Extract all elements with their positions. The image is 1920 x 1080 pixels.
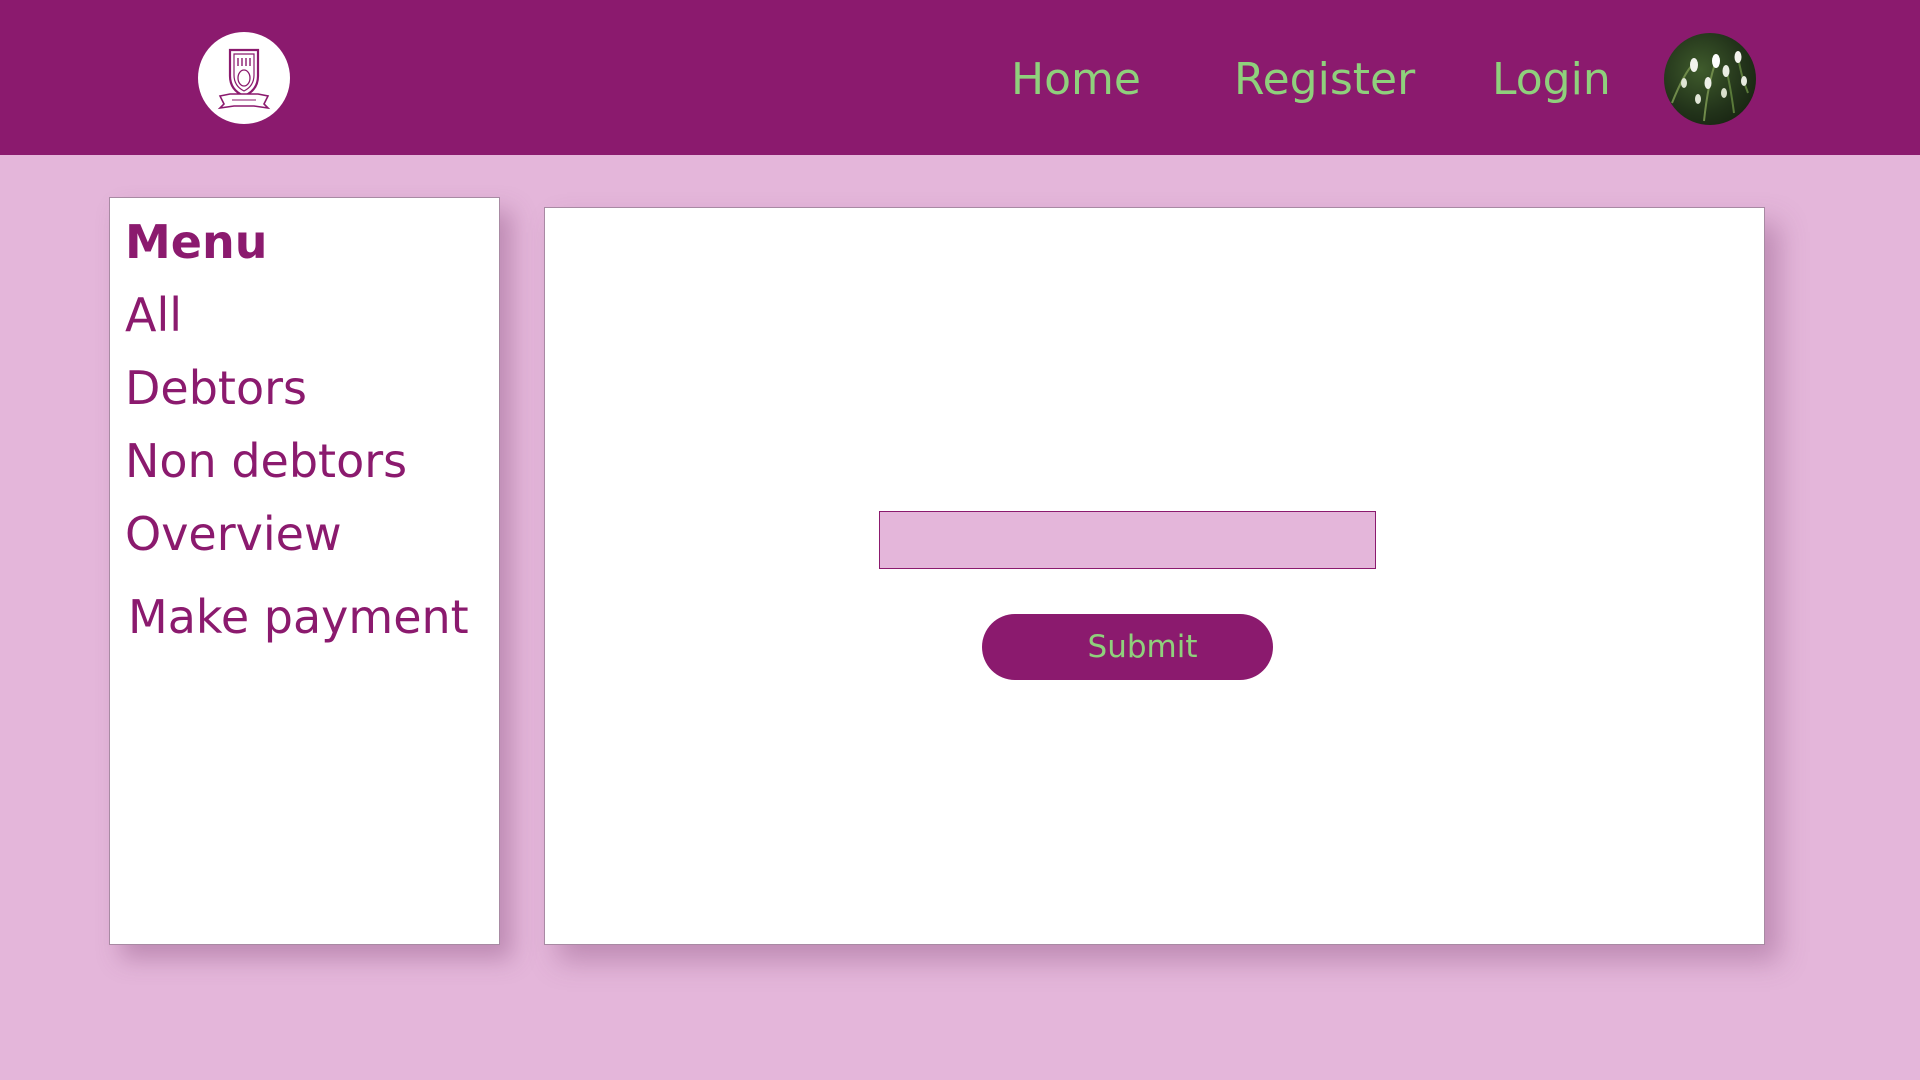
- nav-register-link[interactable]: Register: [1234, 48, 1415, 112]
- sidebar-item-non-debtors[interactable]: Non debtors: [125, 431, 407, 491]
- crest-logo-icon[interactable]: [198, 32, 290, 124]
- nav-home-link[interactable]: Home: [1011, 48, 1141, 112]
- nav-login-link[interactable]: Login: [1492, 48, 1611, 112]
- main-content-panel: Submit: [544, 207, 1765, 945]
- sidebar-item-debtors[interactable]: Debtors: [125, 358, 307, 418]
- sidebar-menu: Menu All Debtors Non debtors Overview Ma…: [109, 197, 500, 945]
- avatar-flowers-image: [1671, 51, 1749, 122]
- user-avatar[interactable]: [1664, 33, 1756, 125]
- payment-input[interactable]: [879, 511, 1376, 569]
- sidebar-item-overview[interactable]: Overview: [125, 504, 342, 564]
- menu-title: Menu: [125, 215, 268, 269]
- submit-button[interactable]: Submit: [982, 614, 1273, 680]
- sidebar-item-all[interactable]: All: [125, 285, 182, 345]
- top-navigation-bar: Home Register Login: [0, 0, 1920, 155]
- sidebar-item-make-payment[interactable]: Make payment: [128, 587, 469, 647]
